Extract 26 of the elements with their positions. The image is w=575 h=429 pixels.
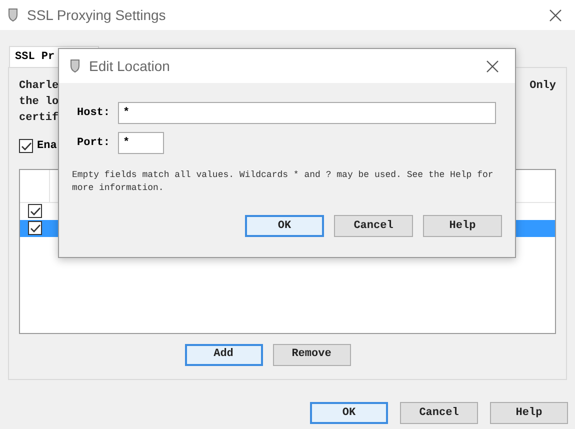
checkbox[interactable]: [28, 221, 42, 235]
field-label: Port:: [77, 136, 111, 151]
app-icon: [69, 59, 81, 73]
dialog-button[interactable]: OK: [245, 215, 324, 237]
close-icon[interactable]: [486, 60, 499, 72]
input-field[interactable]: *: [118, 132, 164, 154]
description-text: Charle: [19, 79, 59, 94]
dialog-button[interactable]: Cancel: [400, 402, 478, 424]
dialog-button[interactable]: Cancel: [334, 215, 413, 237]
help-note: Empty fields match all values. Wildcards * and ? may be used. See the Help for more information.: [72, 169, 494, 195]
dialog-button[interactable]: OK: [310, 402, 388, 424]
checkbox[interactable]: [28, 204, 42, 218]
dialog-button[interactable]: Add: [184, 344, 262, 366]
field-label: Host:: [77, 106, 111, 121]
app-icon: [7, 8, 19, 22]
input-field[interactable]: *: [118, 102, 496, 124]
dialog-button[interactable]: Remove: [272, 344, 350, 366]
dialog-button[interactable]: Help: [423, 215, 502, 237]
checkbox-label: Ena: [37, 139, 57, 154]
description-text: the lo: [19, 95, 59, 110]
checkbox[interactable]: [19, 139, 33, 154]
dialog-button[interactable]: Help: [490, 402, 568, 424]
close-icon[interactable]: [549, 8, 562, 22]
description-text: certif: [19, 110, 59, 126]
description-text: Only: [530, 79, 556, 94]
window-title: SSL Proxying Settings: [27, 6, 166, 25]
